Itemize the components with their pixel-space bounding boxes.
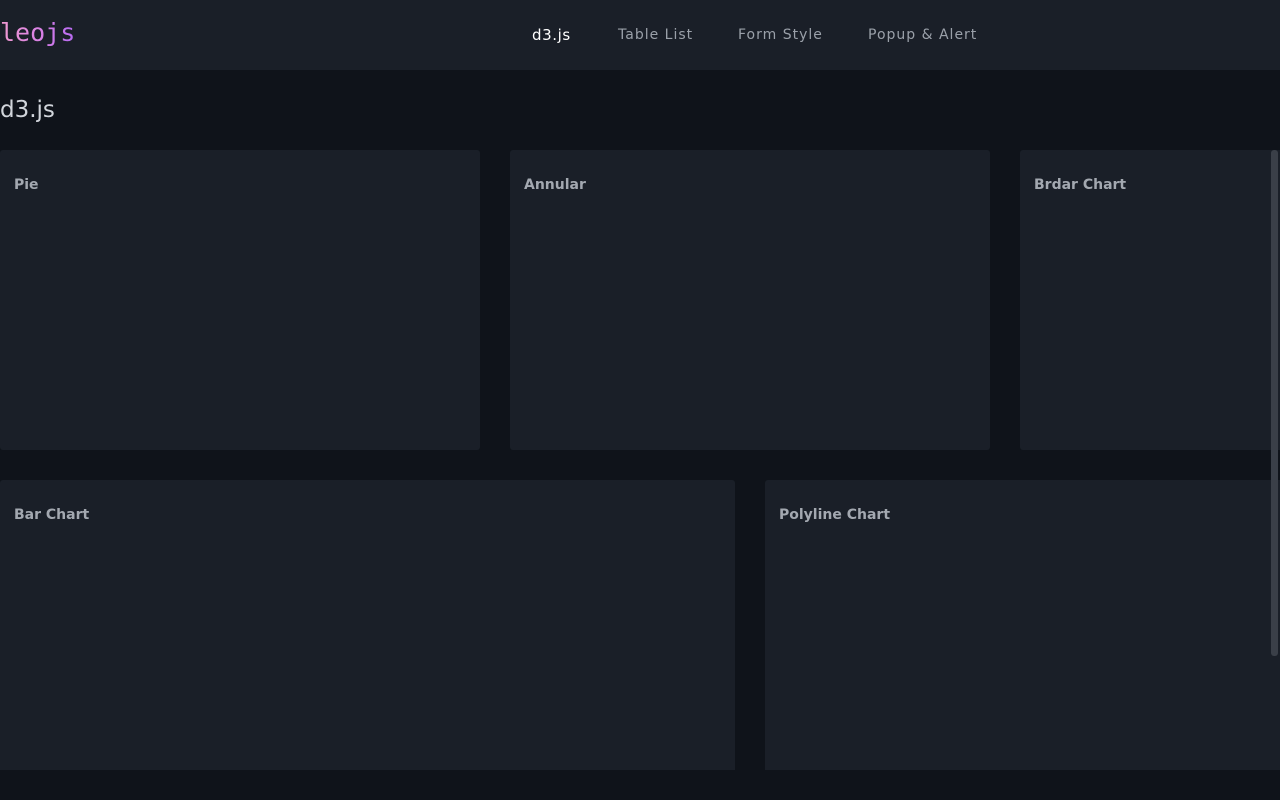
card-title: Bar Chart	[14, 507, 90, 523]
bar-chart-card: Bar Chart	[0, 480, 735, 770]
main-nav: d3.js Table List Form Style Popup & Aler…	[0, 0, 1280, 70]
card-title: Annular	[524, 177, 586, 193]
annular-chart-card: Annular	[510, 150, 990, 450]
nav-item-d3js[interactable]: d3.js	[532, 25, 571, 45]
card-title: Polyline Chart	[779, 507, 891, 523]
polyline-chart-card: Polyline Chart	[765, 480, 1280, 770]
brdar-chart-card: Brdar Chart	[1020, 150, 1280, 450]
scrollbar-thumb[interactable]	[1271, 150, 1278, 656]
card-title: Pie	[14, 177, 39, 193]
card-title: Brdar Chart	[1034, 177, 1127, 193]
nav-item-popup-alert[interactable]: Popup & Alert	[868, 25, 977, 45]
nav-item-table-list[interactable]: Table List	[618, 25, 693, 45]
top-navbar: leojs d3.js Table List Form Style Popup …	[0, 0, 1280, 70]
page-bottom-gap	[0, 770, 1280, 800]
pie-chart-card: Pie	[0, 150, 480, 450]
page-title: d3.js	[0, 97, 55, 123]
nav-item-form-style[interactable]: Form Style	[738, 25, 823, 45]
